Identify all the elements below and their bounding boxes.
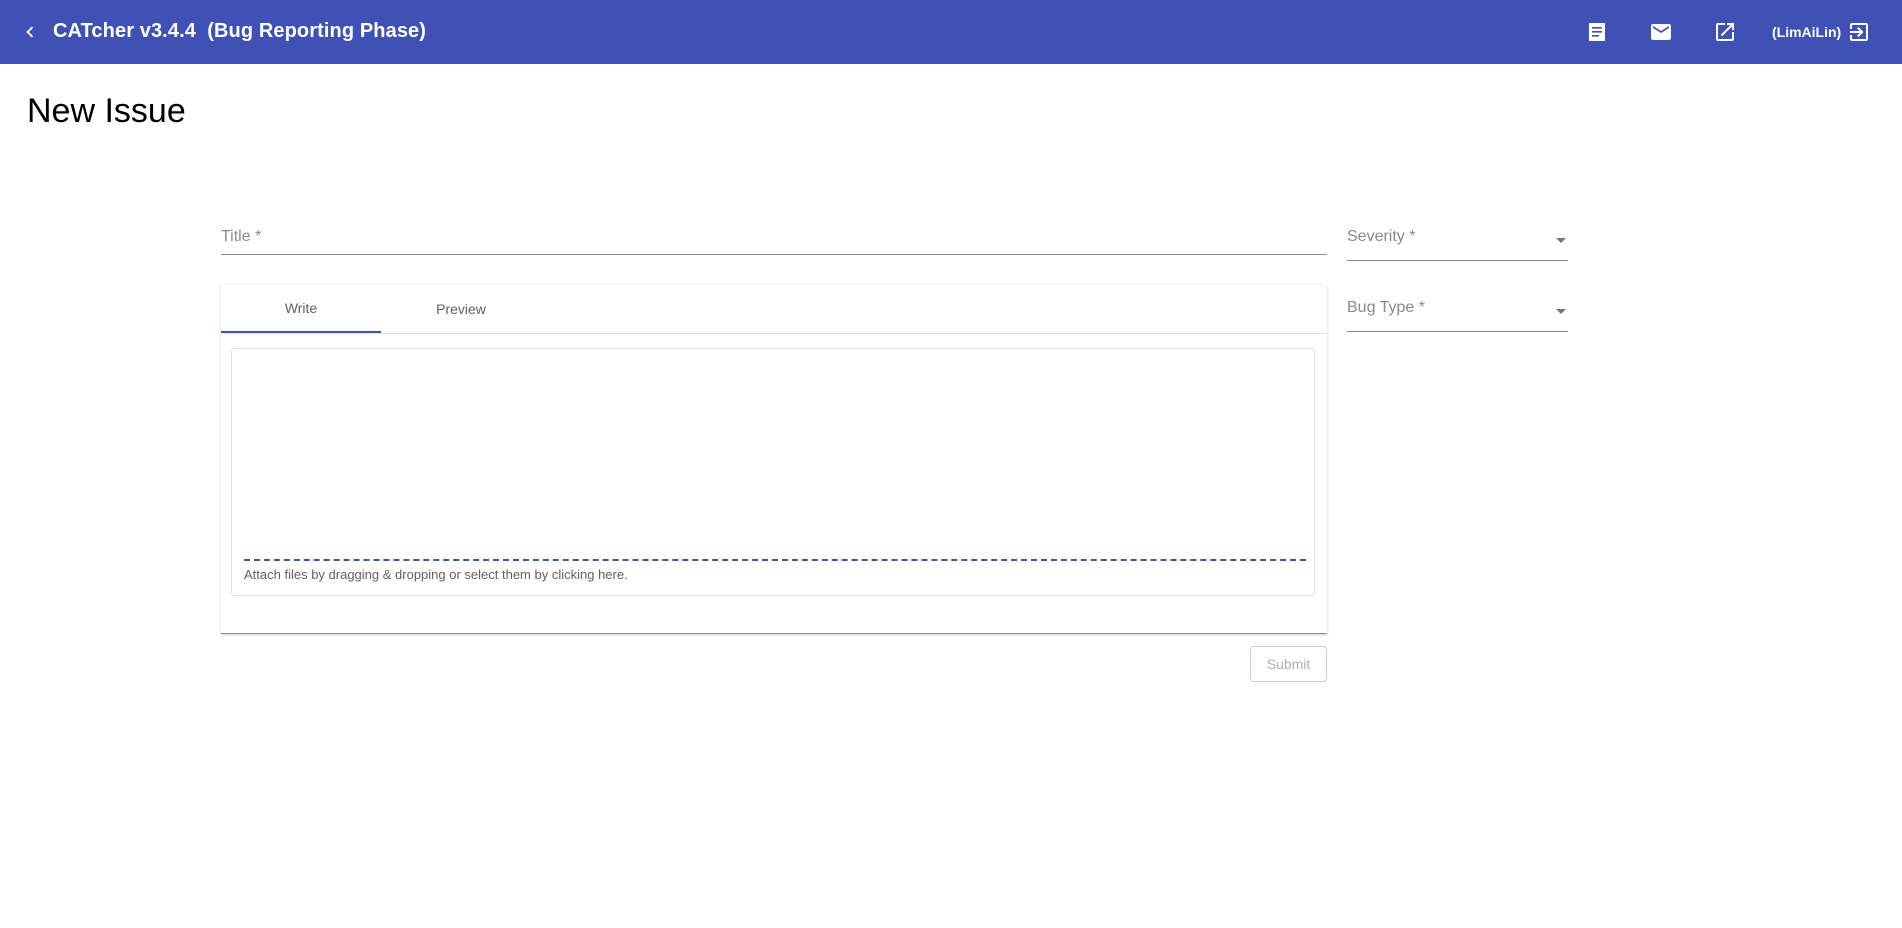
document-icon (1589, 23, 1605, 41)
description-box: Attach files by dragging & dropping or s… (231, 348, 1315, 596)
open-in-new-icon (1716, 23, 1734, 41)
document-button[interactable] (1583, 18, 1611, 46)
description-input[interactable] (242, 359, 1308, 555)
logout-button[interactable]: (LimAiLin) (1772, 18, 1871, 46)
severity-label: Severity * (1347, 228, 1416, 245)
bug-type-label: Bug Type * (1347, 299, 1425, 316)
app-toolbar: CATcher v3.4.4 (Bug Reporting Phase) (Li… (0, 0, 1902, 64)
tab-write[interactable]: Write (221, 285, 381, 333)
severity-select[interactable]: Severity * (1347, 220, 1568, 261)
app-title: CATcher v3.4.4 (Bug Reporting Phase) (53, 20, 427, 42)
editor-tab-bar: Write Preview (221, 285, 1327, 334)
attach-files-hint[interactable]: Attach files by dragging & dropping or s… (244, 567, 628, 582)
user-name: (LimAiLin) (1772, 24, 1842, 40)
tab-preview[interactable]: Preview (381, 285, 541, 333)
mail-icon (1651, 24, 1671, 40)
open-in-new-button[interactable] (1711, 18, 1739, 46)
description-editor: Write Preview Attach files by dragging &… (221, 285, 1327, 634)
logout-icon (1850, 23, 1869, 41)
drop-zone-divider (244, 559, 1306, 561)
title-label: Title * (221, 228, 262, 245)
back-button[interactable] (14, 16, 46, 48)
title-input[interactable]: Title * (221, 220, 1327, 255)
submit-button[interactable]: Submit (1250, 646, 1327, 682)
bug-type-select[interactable]: Bug Type * (1347, 291, 1568, 332)
back-arrow-icon (26, 26, 34, 38)
chevron-down-icon (1556, 309, 1566, 314)
chevron-down-icon (1556, 238, 1566, 243)
mail-button[interactable] (1647, 18, 1675, 46)
page-title: New Issue (27, 92, 186, 130)
